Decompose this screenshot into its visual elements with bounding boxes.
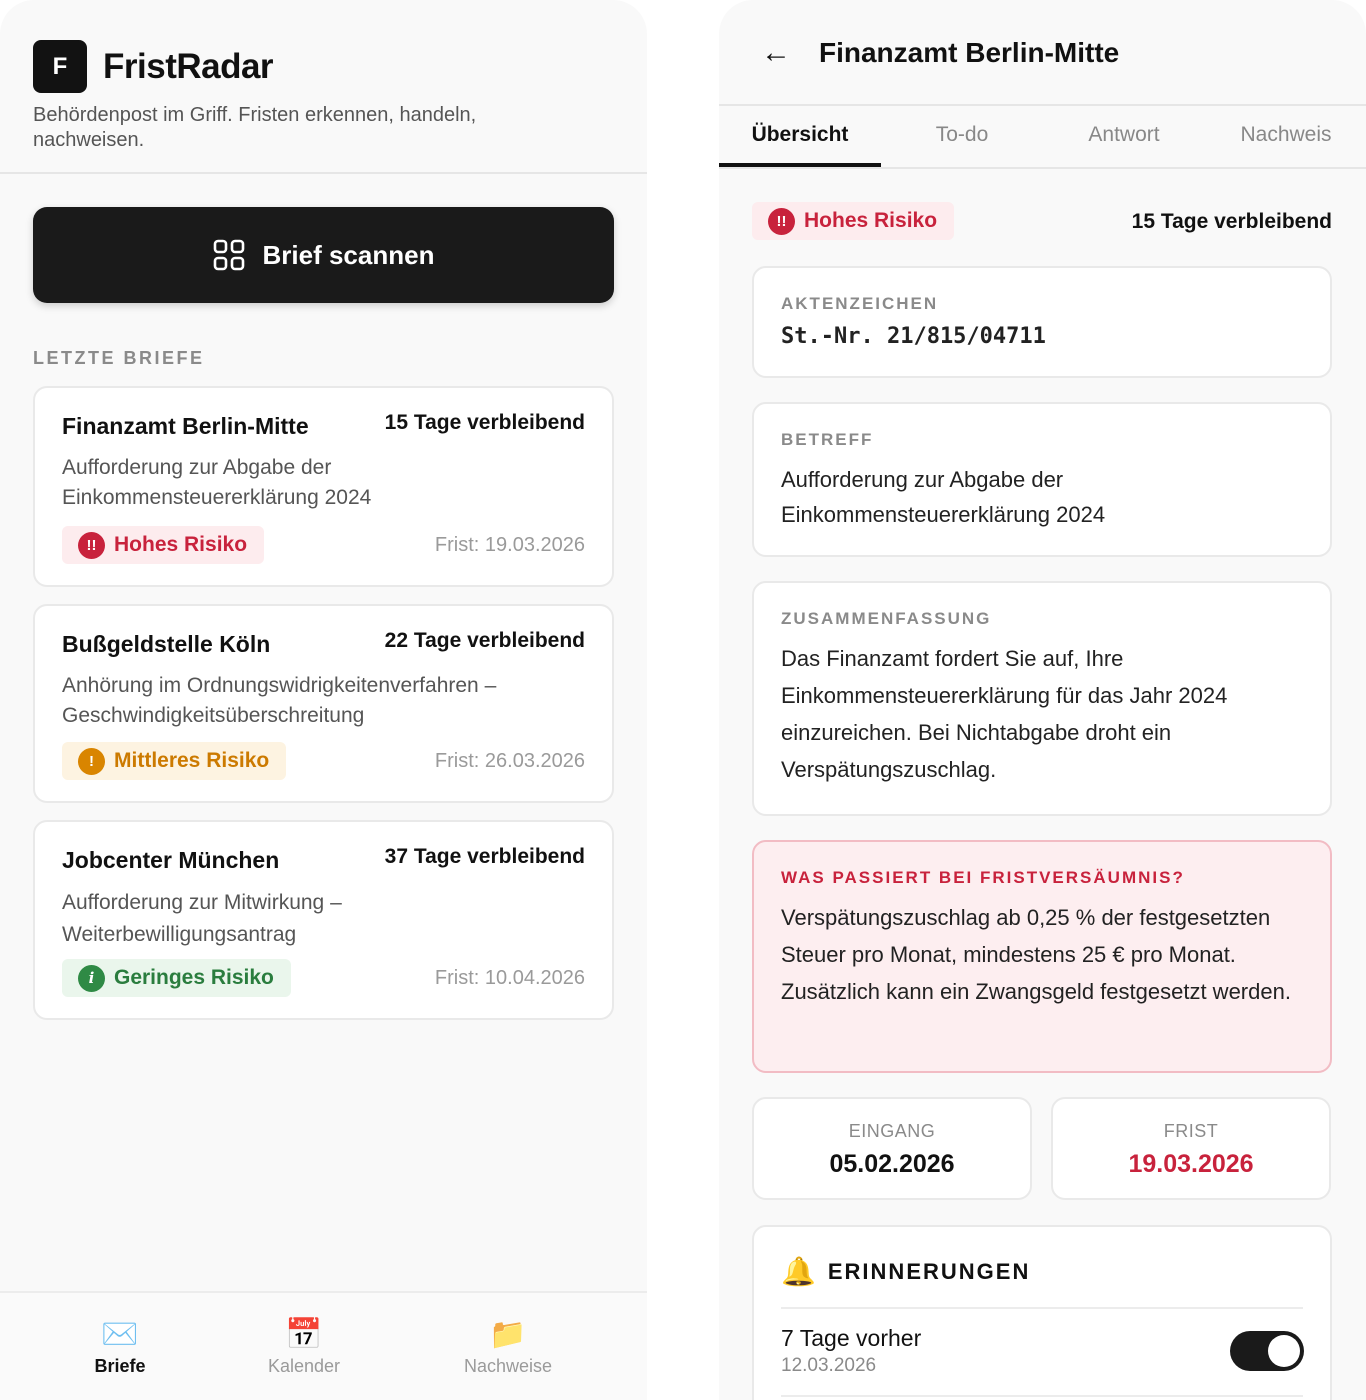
letter-sender: Bußgeldstelle Köln bbox=[62, 631, 271, 657]
letter-card[interactable]: Bußgeldstelle Köln 22 Tage verbleibend A… bbox=[33, 604, 614, 803]
reminders-header: 🔔 ERINNERUNGEN bbox=[781, 1255, 1030, 1288]
detail-title: Finanzamt Berlin-Mitte bbox=[819, 37, 1120, 68]
frist-card: FRIST 19.03.2026 bbox=[1051, 1097, 1331, 1200]
risk-badge-high: !! Hohes Risiko bbox=[752, 202, 955, 240]
risk-label: Hohes Risiko bbox=[804, 209, 938, 232]
app-name: FristRadar bbox=[103, 46, 274, 86]
tab-uebersicht[interactable]: Übersicht bbox=[719, 106, 881, 167]
folder-icon: 📁 bbox=[489, 1318, 527, 1351]
letter-deadline: Frist: 10.04.2026 bbox=[434, 967, 585, 989]
warning-value: Verspätungszuschlag ab 0,25 % der festge… bbox=[781, 905, 1291, 1004]
summary-caption: ZUSAMMENFASSUNG bbox=[781, 609, 992, 628]
alert-icon: ! bbox=[78, 747, 105, 775]
tab-nachweise[interactable]: 📁 Nachweise bbox=[428, 1317, 588, 1377]
letter-subject: Anhörung im Ordnungswidrigkeitenverfahre… bbox=[62, 674, 497, 727]
app-tagline: Behördenpost im Griff. Fristen erkennen,… bbox=[33, 104, 477, 151]
betreff-caption: BETREFF bbox=[781, 430, 874, 449]
scan-letter-button[interactable]: Brief scannen bbox=[33, 207, 614, 303]
detail-tabs: Übersicht To-do Antwort Nachweis bbox=[719, 106, 1366, 169]
aktenzeichen-value: St.-Nr. 21/815/04711 bbox=[781, 324, 1046, 349]
frist-label: FRIST bbox=[1163, 1121, 1219, 1141]
letters-screen: F FristRadar Behördenpost im Griff. Fris… bbox=[0, 0, 647, 1400]
letter-remaining-days: 22 Tage verbleibend bbox=[384, 629, 585, 652]
letter-deadline: Frist: 26.03.2026 bbox=[434, 750, 585, 772]
letter-remaining-days: 15 Tage verbleibend bbox=[384, 411, 585, 434]
letter-subject: Aufforderung zur Abgabe der Einkommenste… bbox=[62, 456, 372, 509]
tab-nachweis[interactable]: Nachweis bbox=[1205, 106, 1366, 167]
recent-letters-heading: LETZTE BRIEFE bbox=[33, 348, 205, 368]
missed-deadline-warning: WAS PASSIERT BEI FRISTVERSÄUMNIS? Verspä… bbox=[752, 840, 1332, 1073]
tab-todo[interactable]: To-do bbox=[881, 106, 1043, 167]
letter-subject: Aufforderung zur Mitwirkung – Weiterbewi… bbox=[62, 891, 342, 946]
risk-label: Hohes Risiko bbox=[114, 533, 248, 556]
envelope-icon: ✉️ bbox=[101, 1318, 139, 1351]
risk-badge-high: !! Hohes Risiko bbox=[62, 526, 265, 564]
summary-value: Das Finanzamt fordert Sie auf, Ihre Eink… bbox=[781, 646, 1228, 782]
letter-card[interactable]: Finanzamt Berlin-Mitte 15 Tage verbleibe… bbox=[33, 386, 614, 587]
reminders-title: ERINNERUNGEN bbox=[827, 1258, 1031, 1284]
scan-icon bbox=[213, 239, 244, 271]
app-logo: F bbox=[33, 40, 87, 93]
calendar-icon: 📅 bbox=[285, 1318, 323, 1351]
tab-antwort[interactable]: Antwort bbox=[1043, 106, 1205, 167]
warning-caption: WAS PASSIERT BEI FRISTVERSÄUMNIS? bbox=[781, 868, 1185, 887]
tab-briefe[interactable]: ✉️ Briefe bbox=[40, 1317, 200, 1377]
eingang-card: EINGANG 05.02.2026 bbox=[752, 1097, 1032, 1200]
tab-kalender[interactable]: 📅 Kalender bbox=[224, 1317, 384, 1377]
betreff-card: BETREFF Aufforderung zur Abgabe der Eink… bbox=[752, 402, 1332, 557]
tab-label: Nachweise bbox=[463, 1356, 553, 1376]
alert-icon: !! bbox=[768, 207, 795, 235]
tab-label: Briefe bbox=[94, 1356, 146, 1376]
reminders-card: 🔔 ERINNERUNGEN 7 Tage vorher 12.03.2026 bbox=[752, 1225, 1332, 1400]
app-header: F FristRadar Behördenpost im Griff. Fris… bbox=[0, 0, 647, 174]
scan-button-label: Brief scannen bbox=[262, 239, 435, 270]
alert-icon: !! bbox=[78, 531, 105, 559]
eingang-date: 05.02.2026 bbox=[829, 1150, 955, 1178]
frist-date: 19.03.2026 bbox=[1128, 1150, 1254, 1178]
letter-remaining-days: 37 Tage verbleibend bbox=[384, 845, 585, 868]
risk-badge-low: i Geringes Risiko bbox=[62, 959, 291, 997]
letter-card[interactable]: Jobcenter München 37 Tage verbleibend Au… bbox=[33, 820, 614, 1020]
risk-label: Mittleres Risiko bbox=[114, 749, 270, 772]
remaining-days: 15 Tage verbleibend bbox=[1131, 210, 1332, 233]
reminder-toggle[interactable] bbox=[1230, 1331, 1304, 1371]
risk-badge-medium: ! Mittleres Risiko bbox=[62, 742, 287, 780]
letter-sender: Finanzamt Berlin-Mitte bbox=[62, 413, 309, 439]
eingang-label: EINGANG bbox=[848, 1121, 936, 1141]
toggle-knob bbox=[1268, 1335, 1300, 1367]
reminder-date: 12.03.2026 bbox=[781, 1355, 877, 1376]
risk-label: Geringes Risiko bbox=[114, 966, 274, 989]
aktenzeichen-caption: AKTENZEICHEN bbox=[781, 294, 939, 313]
aktenzeichen-card: AKTENZEICHEN St.-Nr. 21/815/04711 bbox=[752, 266, 1332, 378]
info-icon: i bbox=[78, 964, 105, 992]
bottom-tab-bar: ✉️ Briefe 📅 Kalender 📁 Nachweise bbox=[0, 1291, 647, 1400]
brand: F FristRadar bbox=[33, 40, 614, 93]
summary-card: ZUSAMMENFASSUNG Das Finanzamt fordert Si… bbox=[752, 581, 1332, 816]
bell-icon: 🔔 bbox=[781, 1256, 816, 1287]
letter-deadline: Frist: 19.03.2026 bbox=[434, 534, 585, 556]
detail-header: ← Finanzamt Berlin-Mitte bbox=[719, 0, 1366, 106]
divider bbox=[781, 1307, 1303, 1309]
letter-sender: Jobcenter München bbox=[62, 847, 280, 873]
letter-detail-screen: ← Finanzamt Berlin-Mitte Übersicht To-do… bbox=[719, 0, 1366, 1400]
reminder-label: 7 Tage vorher bbox=[781, 1325, 922, 1351]
divider bbox=[781, 1395, 1303, 1397]
back-arrow-icon[interactable]: ← bbox=[761, 38, 791, 68]
betreff-value: Aufforderung zur Abgabe der Einkommenste… bbox=[781, 467, 1106, 527]
tab-label: Kalender bbox=[267, 1356, 341, 1376]
